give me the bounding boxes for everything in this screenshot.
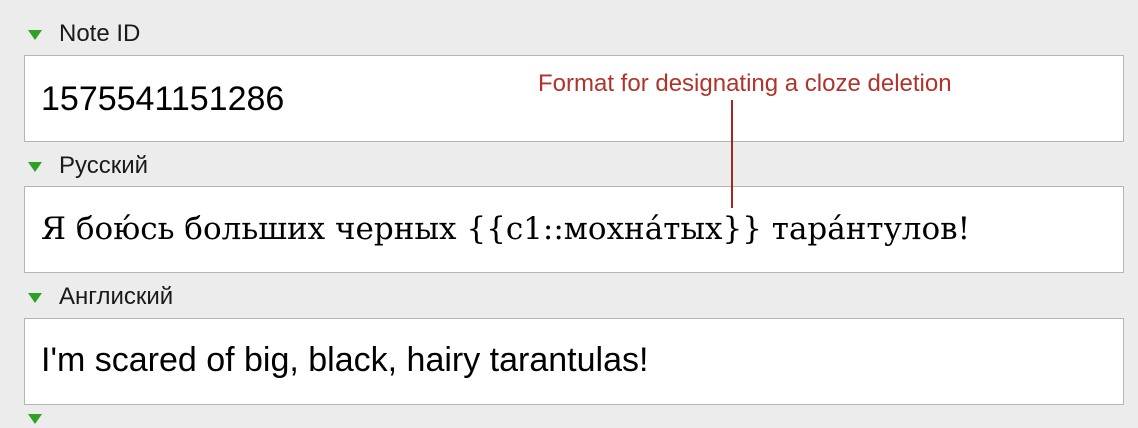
field-label-text: Note ID bbox=[59, 20, 141, 47]
collapse-triangle-icon[interactable] bbox=[28, 414, 42, 424]
collapse-triangle-icon[interactable] bbox=[28, 293, 42, 303]
annotation-callout-text: Format for designating a cloze deletion bbox=[538, 70, 952, 97]
field-label-partial[interactable] bbox=[28, 408, 59, 428]
field-label-text: Русский bbox=[59, 152, 149, 179]
field-editor-note-id[interactable]: 1575541151286 bbox=[24, 55, 1124, 142]
field-label-english[interactable]: Англиский bbox=[28, 281, 173, 313]
collapse-triangle-icon[interactable] bbox=[28, 162, 42, 172]
field-label-note-id[interactable]: Note ID bbox=[28, 18, 140, 50]
field-value-text: I'm scared of big, black, hairy tarantul… bbox=[41, 341, 649, 379]
field-label-russian[interactable]: Русский bbox=[28, 150, 148, 182]
field-editor-russian[interactable]: Я бою́сь больших черных {{c1::мохна́тых}… bbox=[24, 186, 1124, 273]
field-value-text: 1575541151286 bbox=[41, 80, 285, 118]
field-value-text: Я бою́сь больших черных {{c1::мохна́тых}… bbox=[41, 211, 971, 247]
collapse-triangle-icon[interactable] bbox=[28, 30, 42, 40]
field-label-text: Англиский bbox=[59, 283, 174, 310]
annotation-pointer-line bbox=[731, 100, 733, 208]
field-editor-english[interactable]: I'm scared of big, black, hairy tarantul… bbox=[24, 318, 1124, 405]
